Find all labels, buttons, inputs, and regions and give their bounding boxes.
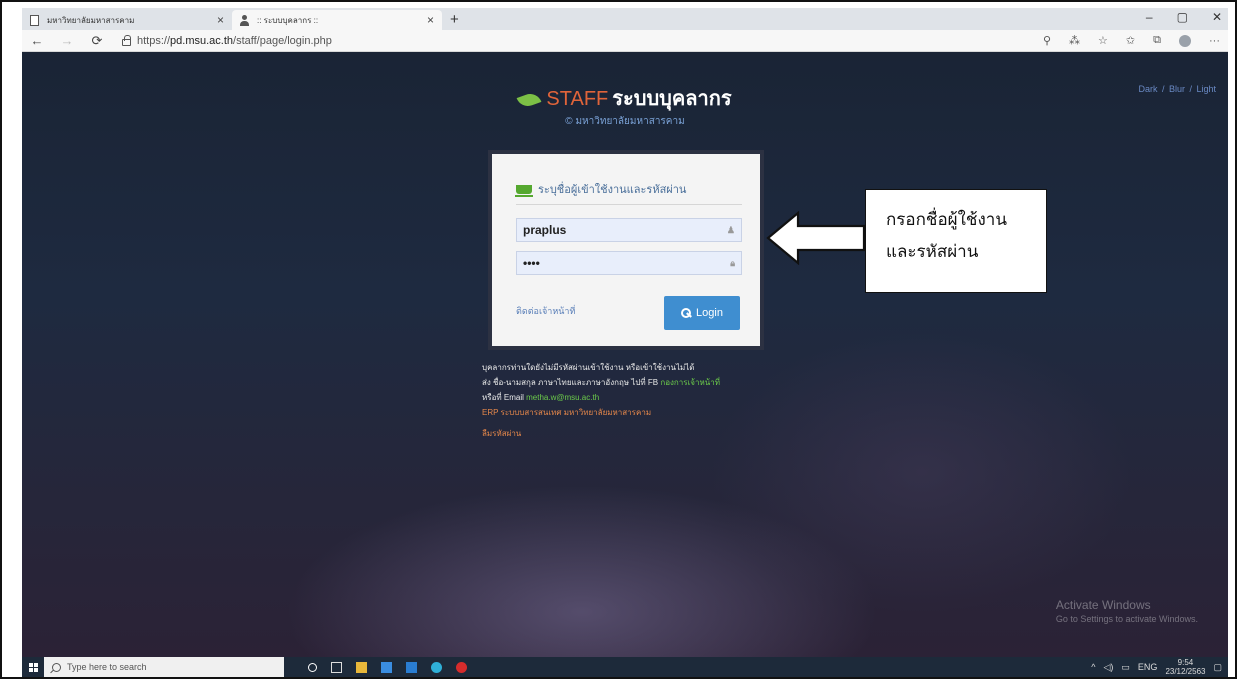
- contact-staff-link[interactable]: ติดต่อเจ้าหน้าที่: [516, 304, 575, 318]
- key-icon: [681, 308, 692, 318]
- volume-icon[interactable]: ◁): [1103, 662, 1113, 673]
- key-icon[interactable]: ⚲: [1043, 34, 1051, 47]
- forward-button[interactable]: →: [52, 33, 82, 48]
- info-line-1: บุคลากรท่านใดยังไม่มีรหัสผ่านเข้าใช้งาน …: [482, 363, 695, 372]
- activate-windows-watermark: Activate Windows Go to Settings to activ…: [1056, 598, 1198, 624]
- lock-icon: [122, 35, 131, 46]
- maximize-button[interactable]: ▢: [1177, 10, 1188, 24]
- more-icon[interactable]: ···: [1209, 35, 1220, 47]
- screen: มหาวิทยาลัยมหาสารคาม × :: ระบบบุคลากร ::…: [22, 8, 1228, 677]
- language-indicator[interactable]: ENG: [1138, 662, 1158, 672]
- brand-en: STAFF: [546, 88, 609, 110]
- tab-title: :: ระบบบุคลากร ::: [257, 15, 319, 25]
- edge-icon[interactable]: [431, 661, 442, 673]
- toolbar-icons: ⚲ ⁂ ☆ ✩ ⧉ ···: [1043, 34, 1220, 47]
- window-controls: – ▢ ✕: [1146, 10, 1222, 24]
- callout-arrow-icon: [766, 211, 866, 265]
- profile-avatar[interactable]: [1179, 34, 1191, 47]
- network-icon[interactable]: ▭: [1121, 662, 1130, 673]
- info-line-2: ส่ง ชื่อ-นามสกุล ภาษาไทยและภาษาอังกฤษ ไป…: [482, 378, 720, 387]
- user-icon: ♟: [726, 224, 735, 235]
- app-icon[interactable]: [456, 661, 467, 673]
- taskbar: Type here to search ^ ◁) ▭ ENG 9:54 23/1…: [22, 657, 1228, 677]
- login-page: STAFF ระบบบุคลากร © มหาวิทยาลัยมหาสารคาม …: [22, 52, 1228, 657]
- taskbar-apps: [308, 661, 467, 673]
- username-field[interactable]: praplus ♟: [516, 218, 742, 242]
- forgot-password-link[interactable]: ลืมรหัสผ่าน: [482, 426, 720, 441]
- cup-icon: [515, 184, 533, 197]
- url-host: pd.msu.ac.th: [170, 34, 234, 47]
- brand-th: ระบบบุคลากร: [612, 88, 732, 110]
- collections-icon[interactable]: ⧉: [1153, 34, 1161, 47]
- url-path: /staff/page/login.php: [233, 34, 332, 47]
- clock-time: 9:54: [1177, 658, 1194, 667]
- tab-bar: มหาวิทยาลัยมหาสารคาม × :: ระบบบุคลากร ::…: [22, 8, 1228, 30]
- notification-icon[interactable]: ▢: [1213, 662, 1222, 673]
- store-icon[interactable]: [381, 661, 392, 673]
- info-text: บุคลากรท่านใดยังไม่มีรหัสผ่านเข้าใช้งาน …: [482, 360, 720, 441]
- close-window-button[interactable]: ✕: [1212, 10, 1222, 24]
- new-tab-button[interactable]: +: [450, 11, 459, 28]
- search-placeholder: Type here to search: [67, 662, 147, 672]
- tab-university[interactable]: มหาวิทยาลัยมหาสารคาม ×: [22, 10, 232, 30]
- mail-icon[interactable]: [406, 661, 417, 673]
- activate-subtitle: Go to Settings to activate Windows.: [1055, 614, 1198, 624]
- close-icon[interactable]: ×: [427, 13, 434, 27]
- screenshot-frame: มหาวิทยาลัยมหาสารคาม × :: ระบบบุคลากร ::…: [0, 0, 1237, 679]
- info-line-3: หรือที่ Email metha.w@msu.ac.th: [482, 393, 600, 402]
- login-button-label: Login: [696, 307, 723, 319]
- theme-switcher[interactable]: Dark / Blur / Light: [1138, 84, 1216, 94]
- university-name: © มหาวิทยาลัยมหาสารคาม: [565, 116, 685, 127]
- callout-line-2: และรหัสผ่าน: [886, 242, 979, 261]
- login-card: ระบุชื่อผู้เข้าใช้งานและรหัสผ่าน praplus…: [488, 150, 764, 350]
- search-icon: [52, 662, 61, 672]
- activate-title: Activate Windows: [1055, 598, 1151, 612]
- reader-icon[interactable]: ⁂: [1069, 34, 1080, 47]
- cortana-icon[interactable]: [308, 662, 317, 672]
- refresh-button[interactable]: ⟳: [82, 33, 112, 49]
- login-heading-text: ระบุชื่อผู้เข้าใช้งานและรหัสผ่าน: [538, 184, 687, 196]
- callout-line-1: กรอกชื่อผู้ใช้งาน: [886, 210, 1007, 229]
- task-view-icon[interactable]: [331, 661, 342, 673]
- username-value: praplus: [523, 223, 567, 237]
- clock[interactable]: 9:54 23/12/2563: [1165, 658, 1205, 676]
- callout-box: กรอกชื่อผู้ใช้งาน และรหัสผ่าน: [865, 189, 1047, 293]
- fb-link[interactable]: กองการเจ้าหน้าที่: [660, 378, 720, 387]
- system-tray: ^ ◁) ▭ ENG 9:54 23/12/2563 ▢: [1091, 658, 1222, 676]
- back-button[interactable]: ←: [22, 33, 52, 48]
- taskbar-search[interactable]: Type here to search: [44, 657, 284, 677]
- password-field[interactable]: •••• 🔒︎: [516, 251, 742, 275]
- person-icon: [240, 14, 249, 26]
- minimize-button[interactable]: –: [1146, 10, 1153, 24]
- tab-title: มหาวิทยาลัยมหาสารคาม: [47, 15, 135, 25]
- url-field[interactable]: https://pd.msu.ac.th/staff/page/login.ph…: [122, 35, 332, 47]
- email-link[interactable]: metha.w@msu.ac.th: [526, 393, 599, 402]
- windows-start-icon[interactable]: [22, 657, 44, 677]
- file-explorer-icon[interactable]: [356, 661, 367, 673]
- login-button[interactable]: Login: [664, 296, 740, 330]
- leaf-icon: [517, 90, 542, 110]
- address-bar: ← → ⟳ https://pd.msu.ac.th/staff/page/lo…: [22, 30, 1228, 52]
- tab-staff-system[interactable]: :: ระบบบุคลากร :: ×: [232, 10, 442, 30]
- brand-title: STAFF ระบบบุคลากร: [22, 82, 1228, 114]
- erp-link[interactable]: ERP ระบบบสารสนเทศ มหาวิทยาลัยมหาสารคาม: [482, 405, 720, 420]
- clock-date: 23/12/2563: [1165, 667, 1206, 676]
- favorites-icon[interactable]: ✩: [1126, 34, 1135, 47]
- page-icon: [30, 14, 39, 26]
- url-prefix: https://: [137, 34, 171, 47]
- login-heading: ระบุชื่อผู้เข้าใช้งานและรหัสผ่าน: [515, 180, 742, 205]
- password-value: ••••: [523, 256, 540, 270]
- lock-icon: 🔒︎: [730, 257, 735, 268]
- close-icon[interactable]: ×: [217, 13, 224, 27]
- chevron-up-icon[interactable]: ^: [1091, 662, 1095, 672]
- star-icon[interactable]: ☆: [1098, 34, 1108, 47]
- login-panel: ระบุชื่อผู้เข้าใช้งานและรหัสผ่าน praplus…: [492, 154, 760, 346]
